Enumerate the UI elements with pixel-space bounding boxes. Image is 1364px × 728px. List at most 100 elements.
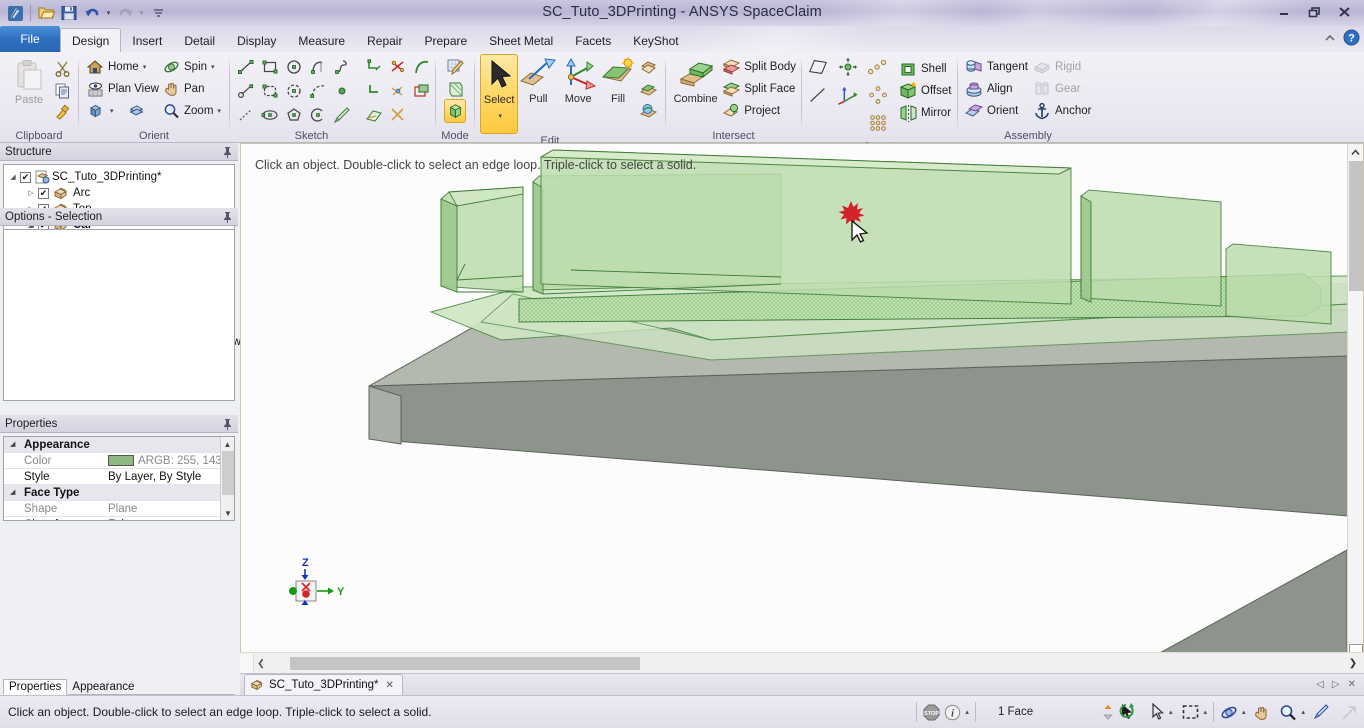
status-bar-right[interactable]: STOP i ▴ 1 Face <box>916 696 1364 728</box>
property-row-style[interactable]: Style By Layer, By Style <box>4 469 234 485</box>
zoom-dropdown-arrow[interactable]: ▾ <box>217 107 221 115</box>
twisty-open-icon[interactable]: ◢ <box>6 173 20 181</box>
checkbox[interactable]: ✔ <box>38 188 49 199</box>
scrollbar-thumb[interactable] <box>1349 161 1363 291</box>
select-button[interactable]: Select ▾ <box>480 54 518 134</box>
status-view-tools[interactable]: ▴ ▴ <box>1214 696 1364 728</box>
shell-small-icon[interactable] <box>638 100 660 122</box>
tab-appearance[interactable]: Appearance <box>67 680 139 694</box>
tree-item-arc[interactable]: ▷ ✔ Arc <box>6 185 232 201</box>
tab-measure[interactable]: Measure <box>287 29 356 52</box>
tab-prepare[interactable]: Prepare <box>413 29 478 52</box>
tab-sheet-metal[interactable]: Sheet Metal <box>478 29 564 52</box>
home-dropdown-arrow[interactable]: ▾ <box>143 63 147 71</box>
box-select-dropdown-arrow[interactable]: ▴ <box>1203 708 1207 716</box>
viewport-horizontal-scrollbar[interactable]: ❮ ❯ <box>240 652 1364 673</box>
pin-icon[interactable] <box>222 211 233 223</box>
select-tool-icon[interactable] <box>1118 702 1138 722</box>
property-value[interactable]: False <box>104 519 234 522</box>
tab-insert[interactable]: Insert <box>121 29 173 52</box>
tangent-button[interactable]: Tangent <box>963 56 1031 78</box>
rounded-rectangle-icon[interactable] <box>259 80 281 102</box>
document-tab-bar[interactable]: SC_Tuto_3DPrinting* ✕ ◁ ▷ ✕ <box>240 673 1364 695</box>
scroll-up-arrow[interactable]: ▲ <box>221 437 234 451</box>
pattern-grid-icon[interactable] <box>867 112 889 134</box>
project-to-sketch-icon[interactable] <box>387 80 409 102</box>
rectangle-icon[interactable] <box>259 56 281 78</box>
copy-icon[interactable] <box>51 79 73 101</box>
previous-view-icon[interactable] <box>126 100 148 122</box>
project-button[interactable]: Project <box>720 100 796 122</box>
property-value[interactable]: ARGB: 255, 143, <box>104 455 234 467</box>
axis-icon[interactable] <box>807 84 829 106</box>
section-mode-icon[interactable] <box>444 78 466 100</box>
spin-tool-icon[interactable] <box>1102 702 1114 722</box>
tab-next-icon[interactable]: ▷ <box>1332 679 1340 690</box>
scrollbar-thumb[interactable] <box>222 451 234 495</box>
circle-icon[interactable] <box>283 56 305 78</box>
spline-icon[interactable] <box>331 56 353 78</box>
polygon-icon[interactable] <box>283 104 305 126</box>
property-row-chamfer[interactable]: Chamfer False <box>4 517 234 521</box>
pattern-circular-icon[interactable] <box>867 84 889 106</box>
fill-button[interactable]: Fill <box>598 54 638 105</box>
ribbon-tab-strip[interactable]: File Design Insert Detail Display Measur… <box>0 26 1364 52</box>
window-controls[interactable] <box>1270 2 1358 21</box>
pin-icon[interactable] <box>222 418 233 430</box>
plane-sketch-icon[interactable] <box>363 104 385 126</box>
mirror-button[interactable]: Mirror <box>897 102 951 124</box>
format-painter-icon[interactable] <box>51 101 73 123</box>
align-button[interactable]: Align <box>963 78 1031 100</box>
gear-button[interactable]: Gear <box>1031 78 1091 100</box>
document-tab-sc-tuto-3dprinting[interactable]: SC_Tuto_3DPrinting* ✕ <box>244 674 403 695</box>
combine-button[interactable]: Combine <box>671 54 720 105</box>
arc-icon[interactable] <box>307 104 329 126</box>
orbit-dropdown-arrow[interactable]: ▴ <box>1242 708 1246 716</box>
origin-icon[interactable] <box>837 56 859 78</box>
offset-button[interactable]: Offset <box>897 80 951 102</box>
color-swatch[interactable] <box>108 455 134 466</box>
rigid-button[interactable]: Rigid <box>1031 56 1091 78</box>
cursor-arrow-icon[interactable] <box>1150 703 1165 721</box>
zoom-button[interactable]: Zoom ▾ <box>160 100 221 122</box>
properties-scrollbar[interactable]: ▲ ▼ <box>220 437 234 520</box>
offset-rect-icon[interactable] <box>411 80 433 102</box>
corner-icon[interactable] <box>363 80 385 102</box>
plane-icon[interactable] <box>807 56 829 78</box>
box-select-icon[interactable] <box>1182 704 1199 720</box>
solid-mode-icon[interactable] <box>444 100 466 122</box>
sketch-mode-icon[interactable] <box>444 56 466 78</box>
split-body-small-icon[interactable] <box>638 56 660 78</box>
split-icon[interactable] <box>387 56 409 78</box>
orbit-icon[interactable] <box>1220 704 1238 721</box>
scroll-up-arrow[interactable] <box>1348 144 1363 160</box>
close-icon[interactable]: ✕ <box>386 680 394 691</box>
checkbox[interactable]: ✔ <box>20 172 31 183</box>
hscroll-track[interactable] <box>268 657 1342 670</box>
tab-display[interactable]: Display <box>226 29 287 52</box>
tab-close-icon[interactable]: ✕ <box>1348 679 1356 690</box>
axis-triad-indicator[interactable]: Z Y <box>286 555 356 613</box>
select-tool-dropdown-arrow[interactable]: ▴ <box>1169 708 1173 716</box>
line-icon[interactable] <box>235 56 257 78</box>
blend-small-icon[interactable] <box>638 78 660 100</box>
document-tab-nav[interactable]: ◁ ▷ ✕ <box>1316 679 1364 690</box>
properties-panel-tabs[interactable]: Properties Appearance <box>0 676 238 695</box>
status-icons-left[interactable]: STOP i ▴ <box>917 696 975 728</box>
tangent-arc-icon[interactable] <box>307 56 329 78</box>
sketch-edit-icon[interactable] <box>331 104 353 126</box>
tab-facets[interactable]: Facets <box>564 29 622 52</box>
help-icon[interactable]: ? <box>1343 29 1360 46</box>
tab-keyshot[interactable]: KeyShot <box>622 29 689 52</box>
hscroll-thumb[interactable] <box>290 657 640 670</box>
tab-design[interactable]: Design <box>60 28 121 52</box>
tab-detail[interactable]: Detail <box>173 29 226 52</box>
property-value[interactable]: By Layer, By Style <box>104 471 234 483</box>
tab-file[interactable]: File <box>0 26 60 52</box>
minimize-button[interactable] <box>1270 2 1298 21</box>
restore-button[interactable] <box>1300 2 1328 21</box>
viewport-3d[interactable]: Click an object. Double-click to select … <box>241 144 1347 672</box>
spin-button[interactable]: Spin ▾ <box>160 56 215 78</box>
zoom-dropdown-arrow[interactable]: ▴ <box>1301 708 1305 716</box>
status-info-dropdown-arrow[interactable]: ▴ <box>965 708 969 716</box>
